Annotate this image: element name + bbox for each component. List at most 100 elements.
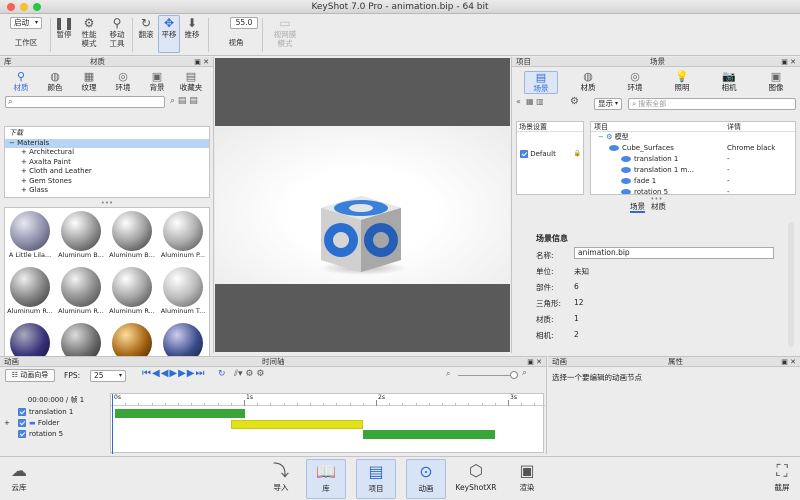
timeline-zoom-slider[interactable] — [458, 375, 518, 376]
collapse-icon[interactable]: « — [516, 97, 521, 106]
show-dropdown[interactable]: 显示 ▾ — [594, 98, 622, 110]
library-tab-5[interactable]: ▤ 收藏夹 — [176, 71, 206, 93]
expand-icon[interactable]: − — [9, 139, 17, 147]
visibility-eye-icon[interactable] — [621, 167, 631, 173]
scene-info-scrollbar[interactable] — [788, 222, 794, 347]
timeline-zoom-thumb[interactable] — [510, 371, 518, 379]
animation-node-checkbox[interactable] — [18, 408, 26, 416]
expand-icon[interactable]: + — [21, 177, 29, 185]
panel-float-close-icon[interactable]: ▣ ✕ — [527, 357, 542, 367]
folder-track[interactable] — [231, 420, 363, 429]
render-button[interactable]: ▣ 渲染 — [510, 459, 544, 492]
wireframe-mode-button[interactable]: ▭ 视网膜 模式 — [272, 16, 298, 48]
project-tab-3[interactable]: 💡 照明 — [665, 71, 699, 93]
material-thumbnail[interactable]: A Little Lila... — [7, 210, 53, 260]
keyframe-tools-icons[interactable]: ⫽▾ ⚙ ⚙ — [234, 369, 264, 379]
scene-tree-row[interactable]: rotation 5- — [591, 187, 795, 194]
tumble-button[interactable]: ↻ 翻滚 — [136, 16, 156, 39]
project-button[interactable]: ▤ 项目 — [356, 459, 396, 499]
project-tab-5[interactable]: ▣ 图像 — [759, 71, 793, 93]
scene-subtab-0[interactable]: 场景 — [630, 202, 645, 213]
material-thumbnail[interactable]: Aluminum B... — [58, 210, 104, 260]
animation-node-row[interactable]: + ▬ Folder — [4, 418, 108, 429]
scene-tree-row[interactable]: − ⚙ 模型 — [591, 132, 795, 143]
visibility-eye-icon[interactable] — [609, 145, 619, 151]
loop-icon[interactable]: ↻ — [218, 369, 226, 379]
animation-node-checkbox[interactable] — [18, 419, 26, 427]
library-tab-3[interactable]: ◎ 环境 — [108, 71, 138, 93]
splitter-handle[interactable]: ••• — [0, 199, 214, 207]
field-of-view-input[interactable]: 55.0 — [230, 17, 258, 29]
visibility-eye-icon[interactable] — [621, 156, 631, 162]
workspace-select[interactable]: 启动 ▾ — [10, 17, 42, 29]
material-thumbnail[interactable]: Aluminum R... — [58, 266, 104, 316]
scene-tree-row[interactable]: translation 1- — [591, 154, 795, 165]
pan-button[interactable]: ✥ 平移 — [158, 15, 180, 53]
library-tab-4[interactable]: ▣ 背景 — [142, 71, 172, 93]
settings-icon[interactable]: ⚙ — [570, 96, 579, 107]
library-tree-item[interactable]: 下载 — [5, 129, 209, 139]
material-thumbnail[interactable]: Aluminum R... — [7, 266, 53, 316]
expand-icon[interactable]: + — [21, 148, 29, 156]
minimize-window-button[interactable] — [20, 3, 28, 11]
animation-node-checkbox[interactable] — [18, 430, 26, 438]
library-search-input[interactable]: ⌕ — [5, 96, 165, 108]
material-thumbnail[interactable]: Aluminum P... — [160, 210, 206, 260]
scene-tree-row[interactable]: fade 1- — [591, 176, 795, 187]
visibility-eye-icon[interactable] — [621, 178, 631, 184]
animation-button[interactable]: ⊙ 动画 — [406, 459, 446, 499]
library-tree-item[interactable]: + Gem Stones — [5, 177, 209, 187]
material-thumbnail[interactable]: Aluminum T... — [160, 266, 206, 316]
library-tree-item[interactable]: + Cloth and Leather — [5, 167, 209, 177]
panel-float-close-icon[interactable]: ▣ ✕ — [781, 357, 796, 367]
translation-1-track[interactable] — [115, 409, 245, 418]
cloud-library-button[interactable]: ☁ 云库 — [4, 459, 34, 492]
dolly-button[interactable]: ⬇ 推移 — [182, 16, 202, 39]
library-button[interactable]: 📖 库 — [306, 459, 346, 499]
library-tab-0[interactable]: ⚲ 材质 — [6, 71, 36, 93]
default-scene-row[interactable]: Default 🔒 — [517, 150, 583, 158]
import-button[interactable]: ⤵ 导入 — [264, 459, 298, 492]
expand-icon[interactable]: + — [21, 158, 29, 166]
scene-search-input[interactable]: ⌕ 搜索全部 — [628, 98, 796, 110]
project-tab-0[interactable]: ▤ 场景 — [524, 71, 558, 94]
animation-node-row[interactable]: rotation 5 — [4, 429, 108, 440]
close-window-button[interactable] — [7, 3, 15, 11]
animation-wizard-button[interactable]: ☷ 动画向导 — [5, 369, 55, 382]
project-tab-4[interactable]: 📷 相机 — [712, 71, 746, 93]
playback-controls[interactable]: ⏮◀◀▶▶▶⏭ — [142, 368, 205, 379]
fps-select[interactable]: 25 ▾ — [90, 370, 126, 382]
library-tree-item[interactable]: − Materials — [5, 138, 209, 148]
scene-name-input[interactable]: animation.bip — [574, 247, 774, 259]
render-viewport[interactable] — [215, 58, 510, 352]
scene-tree-row[interactable]: translation 1 m... - — [591, 165, 795, 176]
timeline-area[interactable]: 0s 1s 2s 3s — [110, 393, 545, 454]
panel-float-close-icon[interactable]: ▣ ✕ — [781, 57, 796, 67]
screenshot-button[interactable]: ⛶ 截屏 — [766, 459, 798, 492]
library-tab-2[interactable]: ▦ 纹理 — [74, 71, 104, 93]
library-tree-item[interactable]: + Glass — [5, 186, 209, 196]
library-folder-icons[interactable]: ⌕ ▤ ▤ — [170, 96, 198, 106]
zoom-window-button[interactable] — [33, 3, 41, 11]
expand-icon[interactable]: + — [21, 167, 29, 175]
material-thumbnail[interactable]: Aluminum B... — [109, 210, 155, 260]
library-tree-item[interactable]: + Architectural — [5, 148, 209, 158]
expand-icon[interactable]: + — [21, 186, 29, 194]
project-tab-1[interactable]: ◍ 材质 — [571, 71, 605, 93]
animation-node-row[interactable]: translation 1 — [4, 407, 108, 418]
default-checkbox[interactable] — [520, 150, 528, 158]
expand-icon[interactable]: + — [4, 418, 18, 429]
scene-tree-row[interactable]: Cube_Surfaces Chrome black — [591, 143, 795, 154]
project-tab-2[interactable]: ◎ 环境 — [618, 71, 652, 93]
library-tab-1[interactable]: ◍ 颜色 — [40, 71, 70, 93]
playhead[interactable] — [112, 394, 113, 454]
move-tool-button[interactable]: ⚲ 移动 工具 — [106, 16, 128, 48]
library-tree-item[interactable]: + Axalta Paint — [5, 158, 209, 168]
render-canvas[interactable] — [215, 126, 510, 284]
panel-float-close-icon[interactable]: ▣ ✕ — [194, 57, 209, 67]
rotation-5-track[interactable] — [363, 430, 495, 439]
scene-tool-icons[interactable]: ▦ ▥ — [526, 97, 544, 106]
scene-subtab-1[interactable]: 材质 — [651, 202, 666, 211]
keyshotxr-button[interactable]: ⬡ KeyShotXR — [452, 459, 500, 492]
performance-mode-button[interactable]: ⚙ 性能 模式 — [78, 16, 100, 48]
